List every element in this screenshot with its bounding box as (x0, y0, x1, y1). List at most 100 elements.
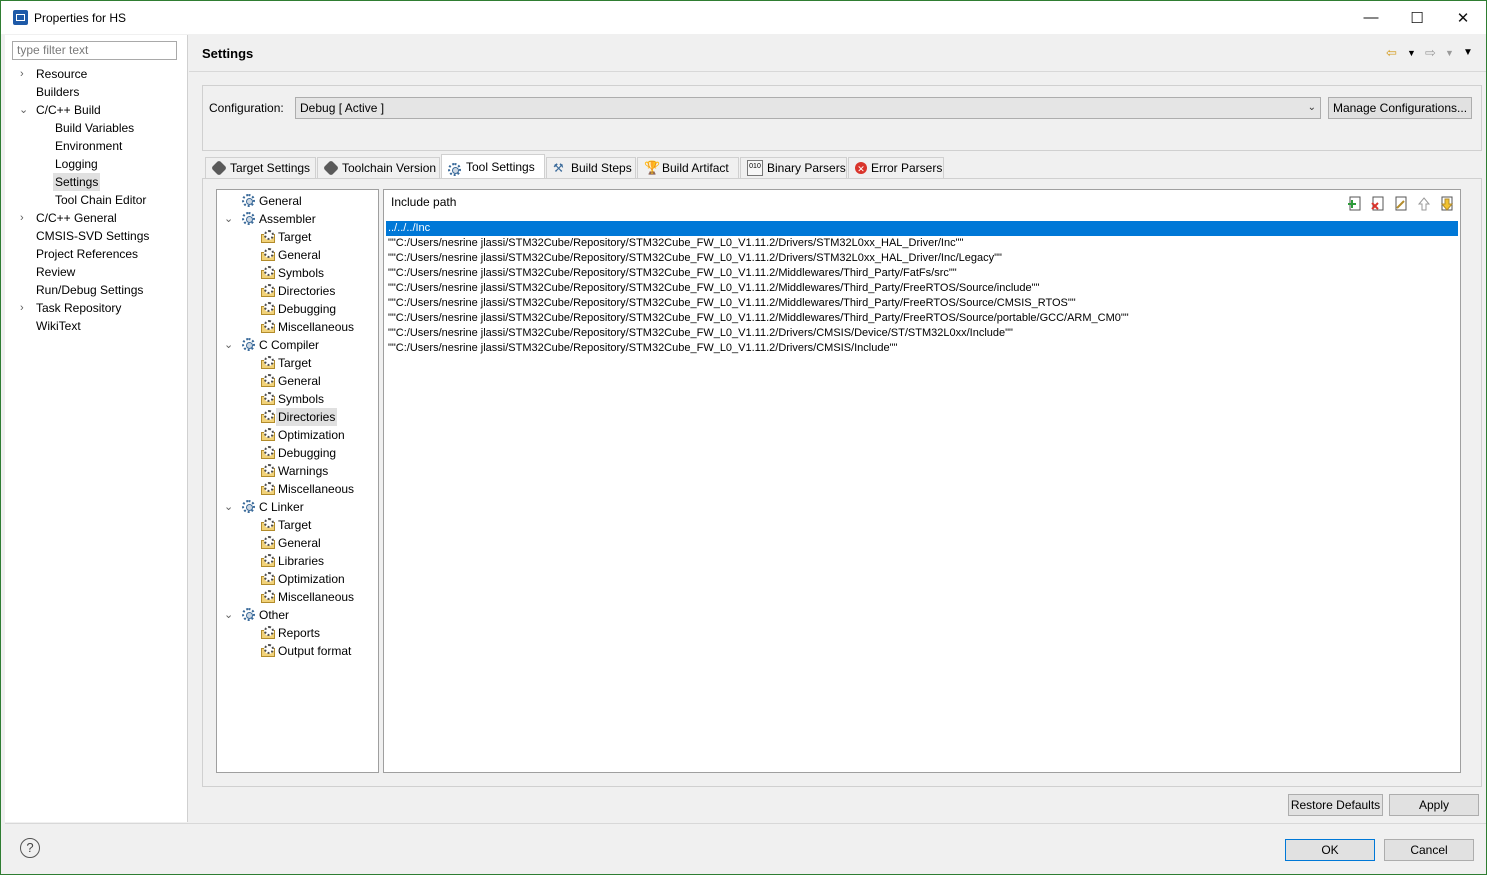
tool-tree-item[interactable]: Debugging (278, 300, 336, 318)
maximize-button[interactable]: ☐ (1394, 1, 1440, 34)
tool-tree-item[interactable]: General (259, 192, 302, 210)
app-icon (13, 10, 28, 25)
nav-item-environment[interactable]: Environment (55, 137, 122, 155)
close-button[interactable]: ✕ (1440, 1, 1486, 34)
help-icon[interactable]: ? (20, 838, 40, 858)
tool-tree-item[interactable]: General (278, 246, 321, 264)
option-category-icon (261, 446, 276, 459)
tool-tree-item[interactable]: Target (278, 516, 311, 534)
delete-path-icon[interactable] (1370, 196, 1386, 212)
nav-item-settings[interactable]: Settings (53, 173, 101, 191)
add-path-icon[interactable] (1347, 196, 1363, 212)
tab-error-parsers[interactable]: ✕ Error Parsers (848, 157, 944, 178)
tool-tree-item[interactable]: General (278, 534, 321, 552)
include-path-item[interactable]: ""C:/Users/nesrine jlassi/STM32Cube/Repo… (386, 281, 1039, 296)
nav-item-resource[interactable]: Resource (36, 65, 87, 83)
manage-configurations-button[interactable]: Manage Configurations... (1328, 97, 1472, 119)
tool-tree-item[interactable]: Output format (278, 642, 351, 660)
include-path-item[interactable]: ""C:/Users/nesrine jlassi/STM32Cube/Repo… (386, 341, 897, 356)
view-menu-icon[interactable]: ▼ (1463, 47, 1473, 58)
expand-chevron-icon[interactable]: › (20, 299, 30, 317)
include-path-item[interactable]: ""C:/Users/nesrine jlassi/STM32Cube/Repo… (386, 326, 1013, 341)
edit-path-icon[interactable] (1393, 196, 1409, 212)
collapse-chevron-icon[interactable]: ⌄ (19, 101, 29, 119)
tool-tree-item[interactable]: Miscellaneous (278, 588, 354, 606)
include-path-item[interactable]: ""C:/Users/nesrine jlassi/STM32Cube/Repo… (386, 296, 1076, 311)
tool-tree-item[interactable]: Miscellaneous (278, 480, 354, 498)
expand-chevron-icon[interactable]: › (20, 209, 30, 227)
collapse-chevron-icon[interactable]: ⌄ (224, 210, 234, 228)
configuration-value: Debug [ Active ] (300, 101, 385, 115)
configuration-select[interactable]: Debug [ Active ] ⌄ (295, 97, 1321, 119)
option-category-icon (261, 320, 276, 333)
nav-item-cpp-general[interactable]: C/C++ General (36, 209, 117, 227)
tool-tree-item[interactable]: Target (278, 354, 311, 372)
tab-toolchain-version[interactable]: Toolchain Version (317, 157, 440, 178)
include-path-item[interactable]: ""C:/Users/nesrine jlassi/STM32Cube/Repo… (386, 266, 957, 281)
nav-item-cpp-build[interactable]: C/C++ Build (36, 101, 101, 119)
restore-defaults-button[interactable]: Restore Defaults (1288, 794, 1383, 816)
tool-tree-item[interactable]: C Linker (259, 498, 304, 516)
nav-item-tool-chain-editor[interactable]: Tool Chain Editor (55, 191, 146, 209)
tab-build-artifact[interactable]: 🏆 Build Artifact (637, 157, 739, 178)
tool-tree-item[interactable]: Libraries (278, 552, 324, 570)
forward-arrow-icon[interactable]: ⇨ (1425, 45, 1436, 61)
tool-gear-icon (242, 212, 255, 225)
tool-tree-item[interactable]: Directories (276, 408, 338, 426)
nav-item-build-variables[interactable]: Build Variables (55, 119, 134, 137)
back-dropdown-icon[interactable]: ▼ (1407, 48, 1416, 58)
tab-build-steps[interactable]: ⚒ Build Steps (546, 157, 636, 178)
tool-tree-item[interactable]: Target (278, 228, 311, 246)
tool-tree-item[interactable]: Directories (278, 282, 335, 300)
minimize-button[interactable]: — (1348, 1, 1394, 34)
nav-item-task-repository[interactable]: Task Repository (36, 299, 121, 317)
move-up-icon[interactable] (1416, 196, 1432, 212)
nav-item-builders[interactable]: Builders (36, 83, 79, 101)
tool-tree-item[interactable]: Symbols (278, 264, 324, 282)
nav-item-cmsis-svd-settings[interactable]: CMSIS-SVD Settings (36, 227, 149, 245)
option-category-icon (261, 464, 276, 477)
include-path-list: Include path ../../../Inc ""C:/Users/nesr… (383, 189, 1461, 773)
collapse-chevron-icon[interactable]: ⌄ (224, 498, 234, 516)
option-category-icon (261, 248, 276, 261)
nav-item-review[interactable]: Review (36, 263, 75, 281)
nav-item-project-references[interactable]: Project References (36, 245, 138, 263)
tool-tree-item[interactable]: Warnings (278, 462, 328, 480)
include-path-item[interactable]: ""C:/Users/nesrine jlassi/STM32Cube/Repo… (386, 251, 1002, 266)
expand-chevron-icon[interactable]: › (20, 65, 30, 83)
option-category-icon (261, 572, 276, 585)
tool-tree-item[interactable]: Optimization (278, 570, 345, 588)
collapse-chevron-icon[interactable]: ⌄ (224, 606, 234, 624)
option-category-icon (261, 392, 276, 405)
tool-tree-item[interactable]: Reports (278, 624, 320, 642)
option-category-icon (261, 284, 276, 297)
filter-input[interactable]: type filter text (12, 41, 177, 60)
tool-tree-item[interactable]: Debugging (278, 444, 336, 462)
error-parsers-icon: ✕ (855, 161, 867, 174)
tab-binary-parsers[interactable]: 010 Binary Parsers (740, 157, 847, 178)
tool-tree-item[interactable]: Other (259, 606, 289, 624)
nav-item-run-debug-settings[interactable]: Run/Debug Settings (36, 281, 143, 299)
back-arrow-icon[interactable]: ⇦ (1386, 45, 1397, 61)
tab-target-settings[interactable]: Target Settings (205, 157, 316, 178)
tool-tree-item[interactable]: General (278, 372, 321, 390)
nav-item-wikitext[interactable]: WikiText (36, 317, 81, 335)
ok-button[interactable]: OK (1285, 839, 1375, 861)
collapse-chevron-icon[interactable]: ⌄ (224, 336, 234, 354)
tool-tree-item[interactable]: Assembler (259, 210, 316, 228)
apply-button[interactable]: Apply (1389, 794, 1479, 816)
chevron-down-icon: ⌄ (1307, 102, 1316, 113)
cancel-button[interactable]: Cancel (1384, 839, 1474, 861)
tool-tree-item[interactable]: C Compiler (259, 336, 319, 354)
tool-tree-item[interactable]: Optimization (278, 426, 345, 444)
tool-tree-item[interactable]: Miscellaneous (278, 318, 354, 336)
tool-tree-item[interactable]: Symbols (278, 390, 324, 408)
include-path-item[interactable]: ""C:/Users/nesrine jlassi/STM32Cube/Repo… (386, 236, 963, 251)
move-down-icon[interactable] (1439, 196, 1455, 212)
forward-dropdown-icon[interactable]: ▼ (1445, 48, 1454, 58)
properties-dialog: Properties for HS — ☐ ✕ type filter text… (0, 0, 1487, 875)
include-path-item[interactable]: ""C:/Users/nesrine jlassi/STM32Cube/Repo… (386, 311, 1129, 326)
nav-item-logging[interactable]: Logging (55, 155, 98, 173)
tab-tool-settings[interactable]: Tool Settings (441, 154, 545, 179)
include-path-item[interactable]: ../../../Inc (386, 221, 1458, 236)
